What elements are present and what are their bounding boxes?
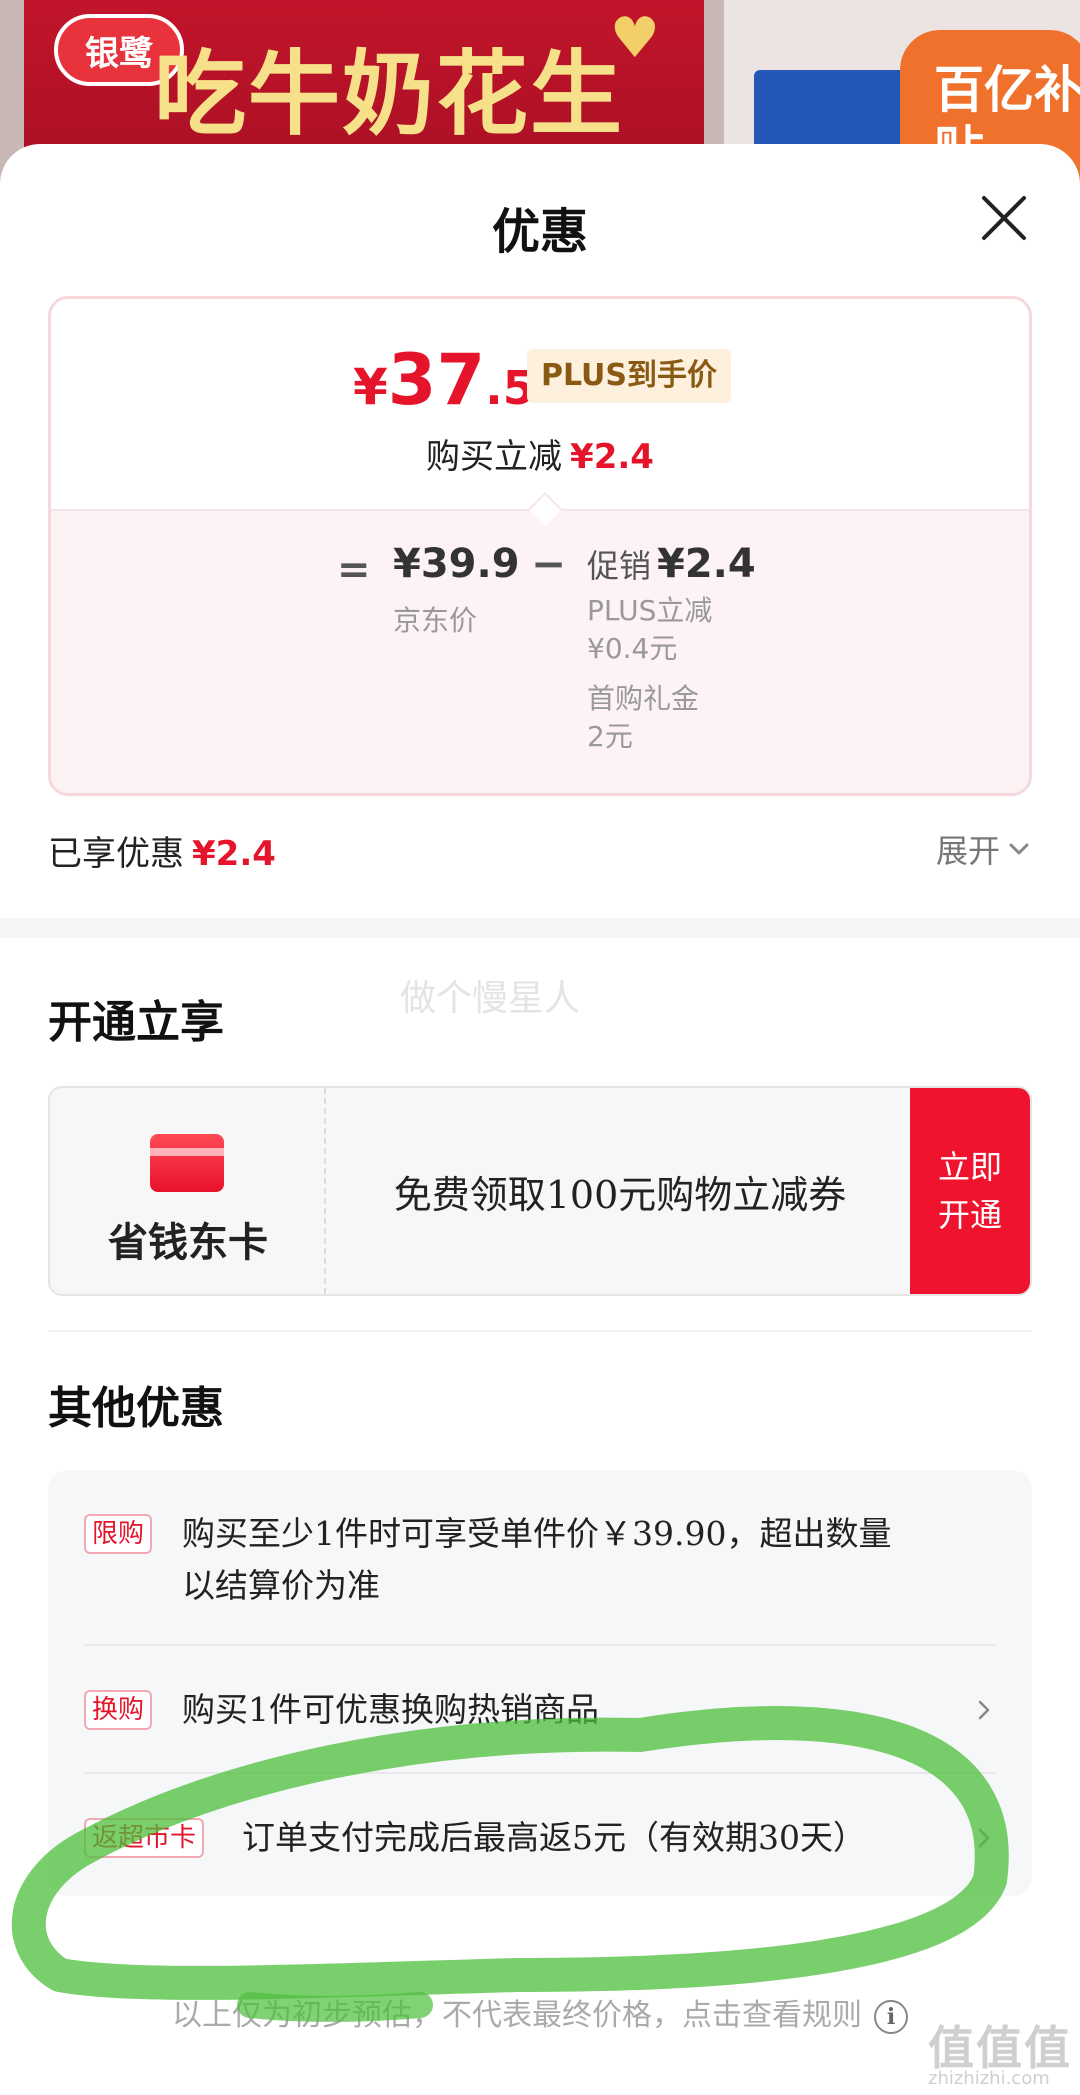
final-price: ¥37.5 [353, 339, 535, 421]
instant-cut: 购买立减 ¥2.4 [51, 429, 1029, 478]
info-icon: i [874, 2000, 908, 2034]
chevron-right-icon [978, 1700, 990, 1720]
expand-button[interactable]: 展开 [936, 826, 1032, 872]
enjoyed-discount: 已享优惠 ¥2.4 [48, 826, 276, 875]
card-brand: 省钱东卡 [50, 1088, 326, 1294]
list-item-purchase-limit[interactable]: 限购 购买至少1件时可享受单件价￥39.90，超出数量 以结算价为准 [84, 1508, 996, 1608]
discount-sheet: 优惠 ¥37.5 PLUS到手价 购买立减 ¥2.4 = ¥39.9 京东价 − … [0, 144, 1080, 2095]
offer-tag: 返超市卡 [84, 1818, 205, 1858]
expand-label: 展开 [935, 832, 1000, 870]
price-summary: ¥37.5 PLUS到手价 购买立减 ¥2.4 [51, 299, 1029, 509]
first-buy-label: 首购礼金 [587, 682, 700, 715]
promo-label: 促销 [587, 547, 652, 585]
disclaimer-text: 以上仅为初步预估，不代表最终价格，点击查看规则 [172, 1998, 862, 2033]
minus-sign: − [531, 539, 567, 588]
site-watermark-url: zhizhizhi.com [928, 2068, 1050, 2089]
price-breakdown-card: ¥37.5 PLUS到手价 购买立减 ¥2.4 = ¥39.9 京东价 − 促销 ¥… [48, 296, 1032, 796]
close-icon [982, 196, 1026, 240]
jd-price-label: 京东价 [393, 604, 478, 637]
currency-symbol: ¥ [353, 358, 388, 416]
other-offers-title: 其他优惠 [48, 1383, 224, 1434]
membership-card-offer[interactable]: 省钱东卡 免费领取100元购物立减券 立即开通 [48, 1086, 1032, 1296]
jd-price: ¥39.9 [393, 541, 520, 587]
list-separator [84, 1772, 996, 1774]
instant-cut-label: 购买立减 [426, 437, 563, 477]
enjoyed-label: 已享优惠 [48, 834, 184, 874]
section-divider [0, 918, 1080, 938]
user-watermark: 做个慢星人 [400, 978, 581, 1019]
final-price-integer: 37 [387, 339, 486, 421]
enjoyed-value: ¥2.4 [192, 834, 276, 874]
list-item-supermarket-card[interactable]: 返超市卡 订单支付完成后最高返5元（有效期30天） [84, 1812, 996, 1864]
card-description: 免费领取100元购物立减券 [393, 1172, 847, 1217]
other-offers-list: 限购 购买至少1件时可享受单件价￥39.90，超出数量 以结算价为准 换购 购买… [48, 1470, 1032, 1896]
list-item-exchange[interactable]: 换购 购买1件可优惠换购热销商品 [84, 1684, 996, 1736]
plus-cut-label: PLUS立减 [587, 594, 713, 627]
disclaimer-link[interactable]: 以上仅为初步预估，不代表最终价格，点击查看规则 i [0, 1990, 1080, 2034]
offer-text-line2: 以结算价为准 [182, 1566, 380, 1605]
offer-text: 订单支付完成后最高返5元（有效期30天） [242, 1818, 866, 1857]
plus-cut-value: ¥0.4元 [587, 632, 678, 665]
card-name: 省钱东卡 [108, 1219, 268, 1266]
chevron-down-icon [1009, 843, 1029, 855]
offer-text: 购买1件可优惠换购热销商品 [182, 1690, 599, 1729]
list-separator [84, 1644, 996, 1646]
card-icon [150, 1134, 224, 1192]
chevron-right-icon [978, 1828, 990, 1848]
heart-icon: ♥ [609, 6, 660, 71]
offer-tag: 限购 [84, 1514, 153, 1554]
plus-price-tag: PLUS到手价 [527, 349, 732, 403]
first-buy-value: 2元 [587, 720, 633, 753]
instant-cut-value: ¥2.4 [570, 437, 654, 477]
banner-slogan: 吃牛奶花生 [154, 40, 625, 148]
open-now-button[interactable]: 立即开通 [910, 1088, 1030, 1294]
promo-line: 促销 ¥2.4 [587, 541, 756, 587]
equals-sign: = [337, 547, 371, 593]
offer-text: 购买至少1件时可享受单件价￥39.90，超出数量 [182, 1514, 892, 1553]
promo-value: ¥2.4 [657, 541, 756, 587]
divider [48, 1330, 1032, 1332]
offer-tag: 换购 [84, 1690, 153, 1730]
sheet-title: 优惠 [491, 204, 588, 260]
close-button[interactable] [978, 192, 1030, 244]
open-section-title: 开通立享 [48, 997, 224, 1048]
